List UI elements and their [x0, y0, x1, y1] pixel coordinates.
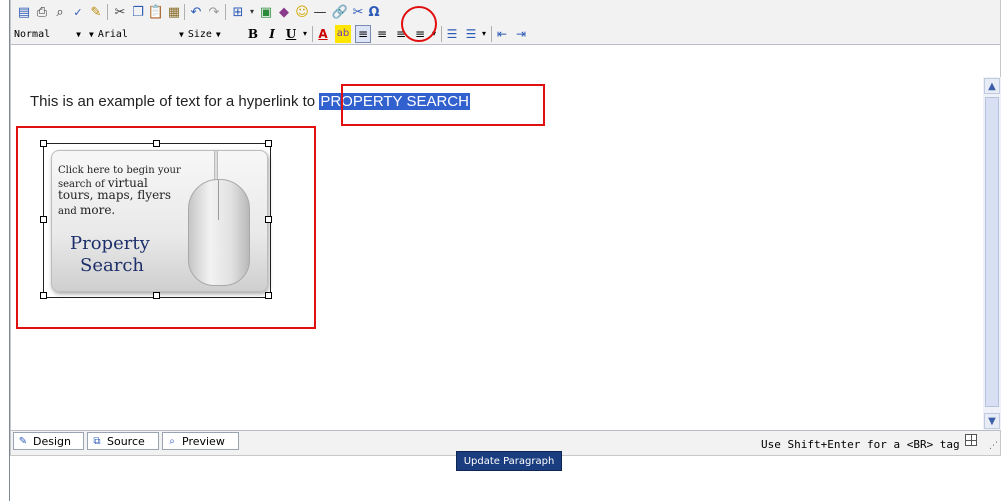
highlight-color-icon[interactable]: ab — [335, 25, 351, 43]
chevron-down-icon: ▼ — [179, 29, 184, 39]
toolbar-separator — [107, 4, 108, 20]
chevron-down-icon: ▼ — [76, 29, 81, 39]
find-icon[interactable]: ⌕ — [51, 3, 69, 21]
annotation-circle-hyperlink — [401, 6, 437, 42]
font-color-icon[interactable]: A — [315, 25, 331, 43]
source-icon: ⧉ — [93, 435, 101, 447]
copy-icon[interactable]: ❐ — [129, 3, 147, 21]
size-select-value: Size — [187, 28, 212, 40]
clean-format-icon[interactable]: ✎ — [87, 3, 105, 21]
horizontal-rule-icon[interactable]: — — [311, 3, 329, 21]
toolbar-separator — [491, 26, 492, 42]
indent-icon[interactable]: ⇥ — [513, 25, 529, 43]
annotation-box-image — [16, 126, 316, 329]
cut-icon[interactable]: ✂ — [111, 3, 129, 21]
undo-icon[interactable]: ↶ — [187, 3, 205, 21]
spellcheck-icon[interactable]: ✓ — [69, 3, 87, 21]
toolbar-separator — [225, 4, 226, 20]
toolbar-row-2: Normal ▼ ▼ Arial ▼ Size ▼ B I U ▾ A ab ≡… — [11, 24, 1000, 45]
chevron-down-icon: ▼ — [89, 29, 94, 39]
emoticon-icon[interactable]: ☺ — [293, 3, 311, 21]
toolbar-separator — [184, 4, 185, 20]
tab-design[interactable]: ✎ Design — [13, 432, 84, 450]
paste-icon[interactable]: 📋 — [147, 3, 165, 21]
bulleted-list-icon[interactable]: ☰ — [463, 25, 479, 43]
print-icon[interactable]: ⎙ — [33, 3, 51, 21]
font-select[interactable]: ▼ Arial — [89, 26, 179, 42]
tab-design-label: Design — [33, 434, 71, 448]
bold-button[interactable]: B — [245, 25, 261, 43]
properties-icon[interactable]: ▤ — [15, 3, 33, 21]
design-icon: ✎ — [18, 435, 28, 447]
hyperlink-icon[interactable]: 🔗 — [331, 3, 349, 21]
scrollbar-thumb[interactable] — [985, 97, 999, 407]
align-left-icon[interactable]: ≡ — [355, 25, 371, 43]
grid-icon[interactable] — [965, 434, 977, 446]
tab-source-label: Source — [107, 434, 145, 448]
annotation-box-selected-text — [341, 84, 545, 126]
resize-grip-icon[interactable]: ⋰ — [989, 441, 998, 451]
toolbar-separator — [441, 26, 442, 42]
tab-preview[interactable]: ⌕ Preview — [162, 432, 239, 450]
numbered-list-icon[interactable]: ☰ — [444, 25, 460, 43]
shift-enter-hint: Use Shift+Enter for a <BR> tag — [761, 438, 960, 451]
toolbar-row-1: ▤ ⎙ ⌕ ✓ ✎ ✂ ❐ 📋 ▦ ↶ ↷ ⊞ ▾ ▣ ◆ ☺ — 🔗 ✂ Ω — [11, 0, 1000, 25]
outdent-icon[interactable]: ⇤ — [494, 25, 510, 43]
redo-icon[interactable]: ↷ — [205, 3, 223, 21]
italic-button[interactable]: I — [264, 25, 280, 43]
preview-icon: ⌕ — [169, 435, 175, 447]
scroll-down-icon[interactable]: ▼ — [984, 413, 1000, 429]
paste-word-icon[interactable]: ▦ — [165, 3, 183, 21]
scroll-up-icon[interactable]: ▲ — [984, 78, 1000, 94]
font-select-value: Arial — [97, 28, 128, 40]
tab-preview-label: Preview — [182, 434, 225, 448]
align-center-icon[interactable]: ≡ — [374, 25, 390, 43]
vertical-scrollbar[interactable]: ▲ ▼ — [983, 77, 1001, 430]
special-char-icon[interactable]: Ω — [365, 3, 383, 21]
size-select[interactable]: ▼ Size ▼ — [179, 26, 239, 42]
underline-button[interactable]: U — [283, 25, 299, 43]
toolbar-separator — [312, 26, 313, 42]
more-formatting-dropdown-icon[interactable]: ▾ — [300, 25, 310, 43]
format-select-value: Normal — [14, 28, 51, 40]
list-dropdown-icon[interactable]: ▾ — [479, 25, 489, 43]
update-paragraph-button[interactable]: Update Paragraph — [456, 451, 562, 471]
link-intro-text: This is an example of text for a hyperli… — [30, 93, 320, 110]
image-icon[interactable]: ▣ — [257, 3, 275, 21]
chevron-down-icon: ▼ — [215, 29, 221, 39]
tab-source[interactable]: ⧉ Source — [87, 432, 159, 450]
flash-icon[interactable]: ◆ — [275, 3, 293, 21]
